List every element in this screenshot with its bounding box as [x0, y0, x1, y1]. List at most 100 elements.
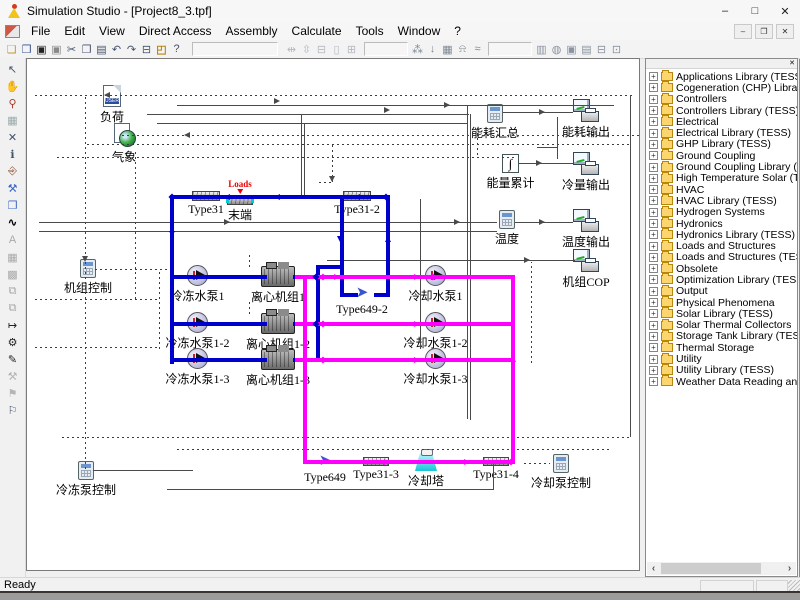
expand-plus-icon[interactable]: +	[649, 366, 658, 375]
expand-plus-icon[interactable]: +	[649, 321, 658, 330]
expand-plus-icon[interactable]: +	[649, 151, 658, 160]
same-height-icon[interactable]: ▯	[329, 42, 344, 57]
same-size-icon[interactable]: ⊟	[314, 42, 329, 57]
schematic-canvas[interactable]: USER 负荷 气象 Type31 Loads 末端 Type31-2 冷冻水泵…	[26, 58, 640, 571]
scrollbar-thumb[interactable]	[661, 563, 761, 574]
help-icon[interactable]: ?	[169, 42, 184, 57]
grid-icon-2[interactable]: ▩	[4, 266, 22, 282]
expand-plus-icon[interactable]: +	[649, 83, 658, 92]
flask-icon[interactable]: ⍾	[455, 42, 470, 57]
new-icon[interactable]: ❏	[4, 42, 19, 57]
print-icon[interactable]: ⊟	[139, 42, 154, 57]
component-chw-pump-control[interactable]: 冷冻泵控制	[78, 461, 94, 480]
link-icon[interactable]: ∿	[4, 215, 22, 231]
layers-icon-1[interactable]: ⧉	[4, 283, 22, 299]
menu-item[interactable]: Tools	[349, 23, 391, 39]
expand-plus-icon[interactable]: +	[649, 219, 658, 228]
expand-plus-icon[interactable]: +	[649, 287, 658, 296]
open-folder-icon[interactable]: ❒	[19, 42, 34, 57]
component-cooling-output[interactable]: 冷量输出	[573, 152, 599, 175]
text-icon[interactable]: A	[4, 232, 22, 248]
wave-icon[interactable]: ≈	[470, 42, 485, 57]
save-all-icon[interactable]: ▣	[49, 42, 64, 57]
pan-tool-icon[interactable]: ✋	[4, 78, 22, 94]
pencil-icon[interactable]: ✎	[4, 352, 22, 368]
direct-access-icon[interactable]: ▦	[4, 112, 22, 128]
expand-plus-icon[interactable]: +	[649, 332, 658, 341]
component-cw-pump-control[interactable]: 冷却泵控制	[553, 454, 569, 473]
cut-icon[interactable]: ✂	[64, 42, 79, 57]
expand-plus-icon[interactable]: +	[649, 298, 658, 307]
project-window-icon[interactable]	[5, 25, 20, 38]
component-energy-sum[interactable]: 能耗汇总	[487, 104, 503, 123]
scroll-left-icon[interactable]: ‹	[647, 562, 660, 575]
expand-plus-icon[interactable]: +	[649, 95, 658, 104]
grid-icon[interactable]: ⊞	[344, 42, 359, 57]
expand-plus-icon[interactable]: +	[649, 242, 658, 251]
menu-item[interactable]: File	[24, 23, 57, 39]
panel-icon[interactable]: ▥	[534, 42, 549, 57]
component-cop-output[interactable]: 机组COP	[573, 249, 599, 272]
layers-icon-2[interactable]: ⧉	[4, 300, 22, 316]
menu-item[interactable]: Direct Access	[132, 23, 219, 39]
expand-plus-icon[interactable]: +	[649, 253, 658, 262]
expand-plus-icon[interactable]: +	[649, 230, 658, 239]
component-temperature[interactable]: 温度	[499, 210, 515, 229]
flag-icon-1[interactable]: ⚑	[4, 386, 22, 402]
menu-item[interactable]: ?	[447, 23, 468, 39]
menu-item[interactable]: Window	[391, 23, 448, 39]
wrench-icon[interactable]: ⚒	[4, 181, 22, 197]
menu-item[interactable]: Edit	[57, 23, 92, 39]
mdi-minimize-icon[interactable]: –	[734, 24, 752, 39]
expand-plus-icon[interactable]: +	[649, 163, 658, 172]
delete-icon[interactable]: ✕	[4, 129, 22, 145]
close-icon[interactable]: ✕	[770, 0, 800, 22]
library-tree-item[interactable]: + Weather Data Reading and Process	[646, 376, 797, 387]
expand-plus-icon[interactable]: +	[649, 377, 658, 386]
panel-close-icon[interactable]: ✕	[789, 59, 795, 68]
expand-plus-icon[interactable]: +	[649, 208, 658, 217]
select-tool-icon[interactable]: ↖	[4, 61, 22, 77]
down-arrow-icon[interactable]: ↓	[425, 42, 440, 57]
hammer-icon[interactable]: ⚒	[4, 369, 22, 385]
menu-item[interactable]: Assembly	[219, 23, 285, 39]
horizontal-scrollbar[interactable]: ‹ ›	[647, 562, 796, 575]
save-icon[interactable]: ▣	[34, 42, 49, 57]
menu-item[interactable]: View	[92, 23, 132, 39]
grid-icon-1[interactable]: ▦	[4, 249, 22, 265]
menu-item[interactable]: Calculate	[285, 23, 349, 39]
maximize-icon[interactable]: □	[740, 0, 770, 22]
expand-plus-icon[interactable]: +	[649, 106, 658, 115]
zoom-tool-icon[interactable]: ⚲	[4, 95, 22, 111]
box-icon[interactable]: ⊡	[609, 42, 624, 57]
expand-plus-icon[interactable]: +	[649, 185, 658, 194]
tab-order-icon[interactable]: ↦	[4, 317, 22, 333]
expand-plus-icon[interactable]: +	[649, 117, 658, 126]
component-energy-output[interactable]: 能耗输出	[573, 99, 599, 122]
paste-icon[interactable]: ▤	[94, 42, 109, 57]
flag-icon-2[interactable]: ⚐	[4, 403, 22, 419]
expand-plus-icon[interactable]: +	[649, 72, 658, 81]
minimize-icon[interactable]: –	[710, 0, 740, 22]
expand-plus-icon[interactable]: +	[649, 140, 658, 149]
expand-plus-icon[interactable]: +	[649, 309, 658, 318]
component-temperature-output[interactable]: 温度输出	[573, 209, 599, 232]
tree-icon[interactable]: ⁂	[410, 42, 425, 57]
expand-plus-icon[interactable]: +	[649, 129, 658, 138]
document-icon[interactable]: ▤	[579, 42, 594, 57]
mdi-close-icon[interactable]: ✕	[776, 24, 794, 39]
align-vertical-icon[interactable]: ⇳	[299, 42, 314, 57]
window-icon[interactable]: ▣	[564, 42, 579, 57]
list-icon[interactable]: ⊟	[594, 42, 609, 57]
info-icon[interactable]: ℹ	[4, 146, 22, 162]
expand-plus-icon[interactable]: +	[649, 196, 658, 205]
gear-icon[interactable]: ⚙	[4, 335, 22, 351]
expand-plus-icon[interactable]: +	[649, 355, 658, 364]
expand-plus-icon[interactable]: +	[649, 343, 658, 352]
target-icon[interactable]: ◍	[549, 42, 564, 57]
plug-icon[interactable]: ⎆	[4, 164, 22, 180]
scroll-right-icon[interactable]: ›	[783, 562, 796, 575]
expand-plus-icon[interactable]: +	[649, 275, 658, 284]
redo-icon[interactable]: ↷	[124, 42, 139, 57]
print-preview-icon[interactable]: ◰	[154, 42, 169, 57]
